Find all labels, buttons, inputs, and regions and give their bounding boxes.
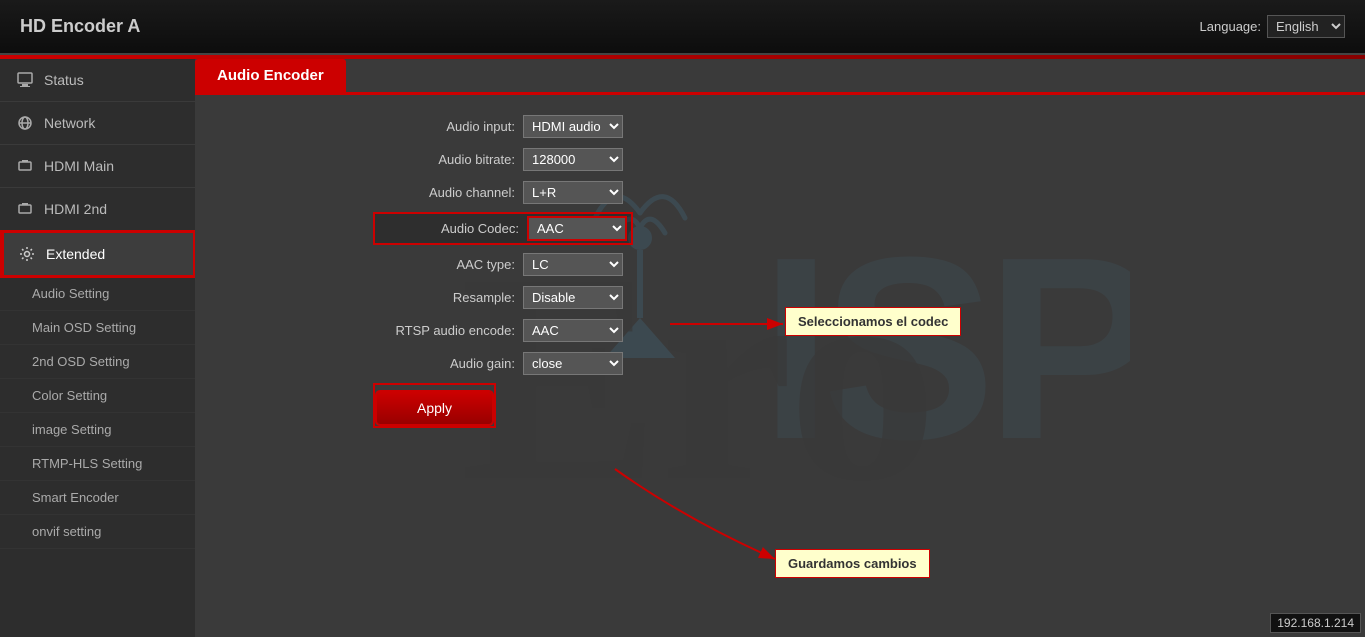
- audio-channel-row: Audio channel: L+R Left Right: [375, 181, 1365, 204]
- sidebar-item-hdmi-main[interactable]: HDMI Main: [0, 145, 195, 188]
- callout-codec: Seleccionamos el codec: [785, 307, 961, 336]
- audio-bitrate-label: Audio bitrate:: [375, 152, 515, 167]
- apply-button[interactable]: Apply: [377, 392, 492, 424]
- hdmi-2nd-icon: [16, 200, 34, 218]
- callout-save: Guardamos cambios: [775, 549, 930, 578]
- sidebar-item-status[interactable]: Status: [0, 59, 195, 102]
- sidebar-label-extended: Extended: [46, 246, 105, 262]
- audio-codec-row: Audio Codec: AAC MP3 G711: [375, 214, 631, 243]
- ip-address-badge: 192.168.1.214: [1270, 613, 1361, 633]
- resample-select[interactable]: Disable Enable: [523, 286, 623, 309]
- hdmi-main-icon: [16, 157, 34, 175]
- audio-channel-label: Audio channel:: [375, 185, 515, 200]
- apply-button-wrapper: Apply: [375, 385, 494, 426]
- content-header: Audio Encoder: [195, 59, 1365, 95]
- resample-label: Resample:: [375, 290, 515, 305]
- rtsp-audio-select[interactable]: AAC MP3: [523, 319, 623, 342]
- sidebar-sub-rtmp-hls[interactable]: RTMP-HLS Setting: [0, 447, 195, 481]
- sidebar: Status Network HDMI Main HDMI 2nd: [0, 59, 195, 637]
- sidebar-sub-main-osd[interactable]: Main OSD Setting: [0, 311, 195, 345]
- main-layout: Status Network HDMI Main HDMI 2nd: [0, 59, 1365, 637]
- language-area: Language: English Chinese: [1200, 15, 1345, 38]
- language-label: Language:: [1200, 19, 1261, 34]
- gear-icon: [18, 245, 36, 263]
- audio-codec-label: Audio Codec:: [379, 221, 519, 236]
- resample-row: Resample: Disable Enable: [375, 286, 1365, 309]
- audio-gain-select[interactable]: close low medium high: [523, 352, 623, 375]
- sidebar-label-network: Network: [44, 115, 95, 131]
- sidebar-item-extended[interactable]: Extended: [0, 231, 195, 277]
- audio-bitrate-row: Audio bitrate: 128000 64000 32000: [375, 148, 1365, 171]
- content-area: ISP Ero Audio Encoder Audio input:: [195, 59, 1365, 637]
- audio-input-row: Audio input: HDMI audio Analog: [375, 115, 1365, 138]
- audio-input-label: Audio input:: [375, 119, 515, 134]
- sidebar-label-hdmi-2nd: HDMI 2nd: [44, 201, 107, 217]
- sidebar-sub-audio-setting[interactable]: Audio Setting: [0, 277, 195, 311]
- audio-gain-row: Audio gain: close low medium high: [375, 352, 1365, 375]
- audio-gain-label: Audio gain:: [375, 356, 515, 371]
- audio-codec-select[interactable]: AAC MP3 G711: [527, 216, 627, 241]
- audio-input-select[interactable]: HDMI audio Analog: [523, 115, 623, 138]
- monitor-icon: [16, 71, 34, 89]
- sidebar-label-status: Status: [44, 72, 84, 88]
- aac-type-label: AAC type:: [375, 257, 515, 272]
- aac-type-row: AAC type: LC HE-AAC: [375, 253, 1365, 276]
- app-header: HD Encoder A Language: English Chinese: [0, 0, 1365, 55]
- sidebar-item-hdmi-2nd[interactable]: HDMI 2nd: [0, 188, 195, 231]
- rtsp-audio-label: RTSP audio encode:: [375, 323, 515, 338]
- sidebar-sub-color-setting[interactable]: Color Setting: [0, 379, 195, 413]
- audio-bitrate-select[interactable]: 128000 64000 32000: [523, 148, 623, 171]
- apply-row: Apply: [375, 385, 1365, 426]
- tab-audio-encoder[interactable]: Audio Encoder: [195, 59, 346, 92]
- globe-icon: [16, 114, 34, 132]
- sidebar-item-network[interactable]: Network: [0, 102, 195, 145]
- sidebar-sub-2nd-osd[interactable]: 2nd OSD Setting: [0, 345, 195, 379]
- aac-type-select[interactable]: LC HE-AAC: [523, 253, 623, 276]
- language-select[interactable]: English Chinese: [1267, 15, 1345, 38]
- sidebar-label-hdmi-main: HDMI Main: [44, 158, 114, 174]
- sidebar-sub-image-setting[interactable]: image Setting: [0, 413, 195, 447]
- app-title: HD Encoder A: [20, 16, 140, 37]
- arrow-apply: [585, 459, 805, 569]
- form-area: Audio input: HDMI audio Analog Audio bit…: [195, 95, 1365, 446]
- sidebar-sub-smart-encoder[interactable]: Smart Encoder: [0, 481, 195, 515]
- audio-channel-select[interactable]: L+R Left Right: [523, 181, 623, 204]
- sidebar-sub-onvif[interactable]: onvif setting: [0, 515, 195, 549]
